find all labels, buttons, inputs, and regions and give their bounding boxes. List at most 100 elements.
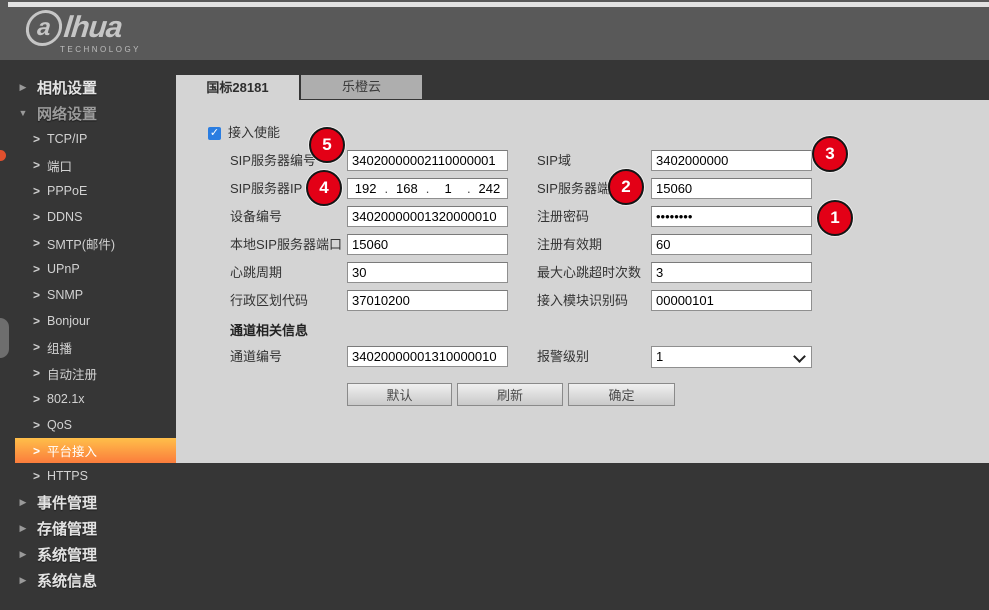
sidebar-item-storage-management[interactable]: ▶ 存储管理 xyxy=(0,515,176,541)
field-input-left-0[interactable] xyxy=(347,150,508,171)
sidebar-item-label: 系统信息 xyxy=(37,570,97,591)
field-input-right-2[interactable] xyxy=(651,206,812,227)
sidebar-item-label: 组播 xyxy=(47,338,72,357)
sidebar-item-camera-settings[interactable]: ▶ 相机设置 xyxy=(0,74,176,100)
channel-number-label: 通道编号 xyxy=(230,346,282,367)
triangle-right-icon: ▶ xyxy=(18,575,28,586)
sidebar-item-label: TCP/IP xyxy=(47,132,87,146)
chevron-right-icon: > xyxy=(33,340,41,354)
chevron-down-icon xyxy=(793,350,806,363)
sidebar-item-label: SNMP xyxy=(47,288,83,302)
enable-access-checkbox[interactable]: ✓ xyxy=(208,127,221,140)
field-input-left-2[interactable] xyxy=(347,206,508,227)
chevron-right-icon: > xyxy=(33,314,41,328)
sidebar-item-auto-register[interactable]: > 自动注册 xyxy=(0,360,176,386)
field-label: 注册密码 xyxy=(537,206,589,227)
sidebar-item-bonjour[interactable]: >Bonjour xyxy=(0,308,176,334)
sidebar-item-smtp[interactable]: > SMTP(邮件) xyxy=(0,230,176,256)
triangle-right-icon: ▶ xyxy=(18,82,28,93)
sidebar-item-qos[interactable]: > QoS xyxy=(0,412,176,438)
logo-a-icon: a xyxy=(24,10,64,46)
field-input-right-3[interactable] xyxy=(651,234,812,255)
content-panel: ✓ 接入使能 SIP服务器编号SIP服务器IP192.168.1.242设备编号… xyxy=(176,100,989,463)
field-input-right-4[interactable] xyxy=(651,262,812,283)
field-input-left-3[interactable] xyxy=(347,234,508,255)
sidebar-item-system-info[interactable]: ▶ 系统信息 xyxy=(0,567,176,593)
sidebar-item-system-management[interactable]: ▶系统管理 xyxy=(0,541,176,567)
triangle-right-icon: ▶ xyxy=(18,523,28,534)
chevron-right-icon: > xyxy=(33,392,41,406)
default-button[interactable]: 默认 xyxy=(347,383,452,406)
refresh-button[interactable]: 刷新 xyxy=(457,383,563,406)
chevron-right-icon: > xyxy=(33,366,41,380)
sidebar-item-label: SMTP(邮件) xyxy=(47,234,115,253)
alarm-level-value: 1 xyxy=(656,349,663,364)
sidebar-item-label: 802.1x xyxy=(47,392,85,406)
field-label: 注册有效期 xyxy=(537,234,602,255)
field-input-right-0[interactable] xyxy=(651,150,812,171)
field-label: 本地SIP服务器端口 xyxy=(230,234,342,255)
header-bar: a lhua TECHNOLOGY xyxy=(0,0,989,60)
field-input-left-4[interactable] xyxy=(347,262,508,283)
annotation-circle-5: 5 xyxy=(309,127,345,163)
tab-bar: 国标28181乐橙云 xyxy=(176,75,989,100)
field-input-right-1[interactable] xyxy=(651,178,812,199)
sidebar-item-snmp[interactable]: > SNMP xyxy=(0,282,176,308)
field-label: 心跳周期 xyxy=(230,262,282,283)
field-label: 最大心跳超时次数 xyxy=(537,262,641,283)
ip-segment: 168 xyxy=(389,181,424,196)
field-input-left-5[interactable] xyxy=(347,290,508,311)
sidebar-item-tcpip[interactable]: >TCP/IP xyxy=(0,126,176,152)
chevron-right-icon: > xyxy=(33,444,41,458)
sidebar-item-https[interactable]: > HTTPS xyxy=(0,463,176,489)
field-label: 行政区划代码 xyxy=(230,290,308,311)
sidebar-item-upnp[interactable]: > UPnP xyxy=(0,256,176,282)
sidebar-item-label: 相机设置 xyxy=(37,77,97,98)
chevron-right-icon: > xyxy=(33,418,41,432)
sip-server-ip-input[interactable]: 192.168.1.242 xyxy=(347,178,508,199)
annotation-circle-2: 2 xyxy=(608,169,644,205)
logo-wordmark: lhua xyxy=(62,11,123,45)
sidebar-item-label: 自动注册 xyxy=(47,364,97,383)
chevron-right-icon: > xyxy=(33,210,41,224)
sidebar-item-label: UPnP xyxy=(47,262,80,276)
sidebar-item-label: PPPoE xyxy=(47,184,87,198)
confirm-button[interactable]: 确定 xyxy=(568,383,675,406)
alarm-level-select[interactable]: 1 xyxy=(651,346,812,368)
field-label: SIP服务器编号 xyxy=(230,150,316,171)
chevron-right-icon: > xyxy=(33,184,41,198)
sidebar-item-ddns[interactable]: > DDNS xyxy=(0,204,176,230)
sidebar-item-platform-access[interactable]: >平台接入 xyxy=(15,438,176,463)
sidebar-item-port[interactable]: > 端口 xyxy=(0,152,176,178)
field-input-right-5[interactable] xyxy=(651,290,812,311)
panel-collapse-handle[interactable] xyxy=(0,318,9,358)
alarm-level-label: 报警级别 xyxy=(537,346,589,367)
chevron-right-icon: > xyxy=(33,262,41,276)
channel-number-input[interactable] xyxy=(347,346,508,367)
chevron-right-icon: > xyxy=(33,288,41,302)
sidebar: ▶相机设置▼网络设置>TCP/IP>端口>PPPoE>DDNS>SMTP(邮件)… xyxy=(0,60,176,610)
sidebar-item-label: 端口 xyxy=(47,156,72,175)
tab-lechange[interactable]: 乐橙云 xyxy=(301,75,422,99)
sidebar-item-multicast[interactable]: > 组播 xyxy=(0,334,176,360)
sidebar-item-label: 网络设置 xyxy=(37,103,97,124)
top-strip xyxy=(8,2,989,7)
sidebar-item-pppoe[interactable]: > PPPoE xyxy=(0,178,176,204)
sidebar-item-label: HTTPS xyxy=(47,469,88,483)
sidebar-item-network-settings[interactable]: ▼网络设置 xyxy=(0,100,176,126)
sidebar-item-label: QoS xyxy=(47,418,72,432)
chevron-right-icon: > xyxy=(33,236,41,250)
chevron-right-icon: > xyxy=(33,158,41,172)
sidebar-item-8021x[interactable]: >802.1x xyxy=(0,386,176,412)
tab-gb28181[interactable]: 国标28181 xyxy=(176,75,299,100)
ip-segment: 1 xyxy=(431,181,466,196)
chevron-right-icon: > xyxy=(33,469,41,483)
ip-segment: 192 xyxy=(348,181,383,196)
sidebar-item-event-management[interactable]: ▶事件管理 xyxy=(0,489,176,515)
field-label: 设备编号 xyxy=(230,206,282,227)
field-label: SIP域 xyxy=(537,150,571,171)
sidebar-item-label: 存储管理 xyxy=(37,518,97,539)
logo-subtitle: TECHNOLOGY xyxy=(26,45,141,54)
dahua-logo: a lhua TECHNOLOGY xyxy=(26,10,141,54)
sidebar-item-label: DDNS xyxy=(47,210,82,224)
